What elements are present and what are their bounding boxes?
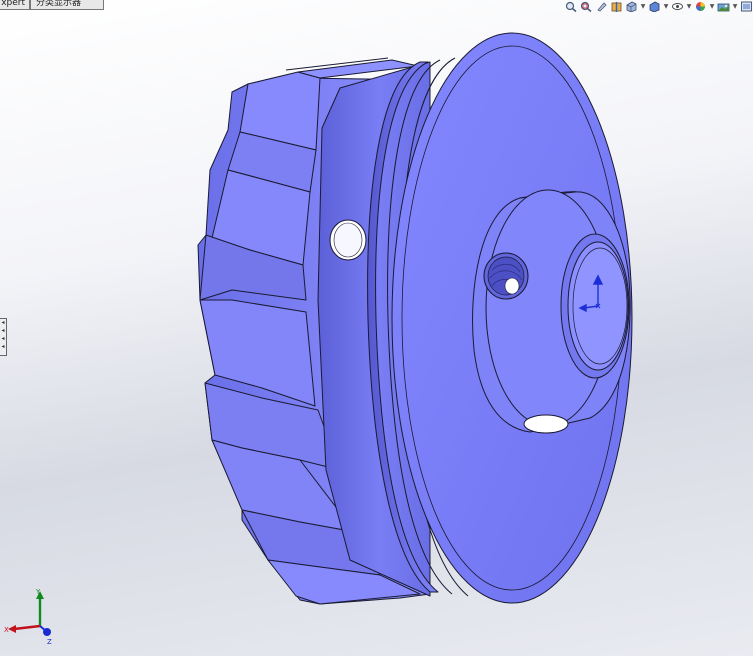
y-axis-label: Y [35,588,41,596]
boss-bottom-hole [523,414,569,434]
impeller-model[interactable] [197,32,633,605]
z-axis-label: Z [47,638,52,646]
graphics-area[interactable] [0,0,753,656]
x-axis-label: X [4,626,9,634]
x-axis-arrow-icon [8,625,16,633]
reference-triad: Y X Z [0,586,60,646]
